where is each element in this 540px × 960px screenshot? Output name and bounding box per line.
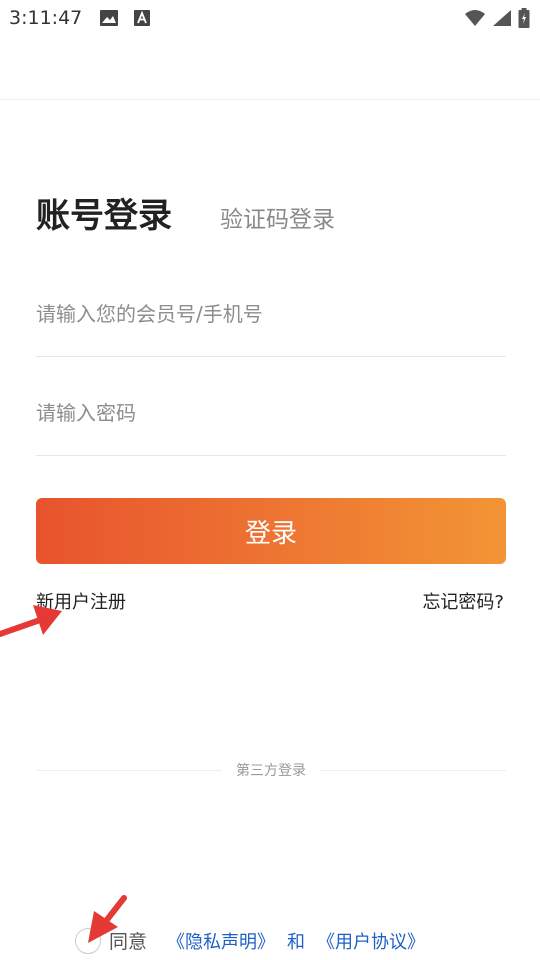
- login-button-label: 登录: [244, 518, 297, 549]
- annotation-arrow-register: [0, 605, 62, 637]
- divider-line-right: [320, 769, 506, 771]
- signal-icon: [492, 9, 512, 31]
- username-input[interactable]: [36, 286, 506, 342]
- tab-code-login[interactable]: 验证码登录: [220, 200, 335, 234]
- user-agreement-link[interactable]: 《用户协议》: [317, 928, 425, 954]
- third-party-login-divider: 第三方登录: [36, 760, 506, 780]
- password-input[interactable]: [36, 385, 506, 441]
- privacy-policy-link[interactable]: 《隐私声明》: [167, 928, 275, 954]
- password-underline: [36, 455, 506, 456]
- divider-line-left: [36, 769, 222, 771]
- username-underline: [36, 356, 506, 357]
- status-right-icons: [464, 8, 530, 32]
- status-bar: 3:11:47: [0, 0, 540, 36]
- battery-icon: [518, 8, 530, 32]
- tab-account-login[interactable]: 账号登录: [36, 188, 172, 237]
- status-time: 3:11:47: [9, 7, 83, 29]
- header-divider: [0, 99, 540, 100]
- image-icon: [99, 9, 119, 31]
- login-tabs: 账号登录 验证码登录: [36, 188, 335, 237]
- wifi-icon: [464, 9, 486, 31]
- login-button[interactable]: 登录: [36, 498, 506, 564]
- third-party-login-label: 第三方登录: [236, 763, 306, 779]
- annotation-arrow-agree: [88, 895, 127, 943]
- forgot-password-link[interactable]: 忘记密码?: [422, 588, 504, 614]
- agreement-and-text: 和: [287, 931, 306, 953]
- accessibility-icon: [133, 9, 151, 31]
